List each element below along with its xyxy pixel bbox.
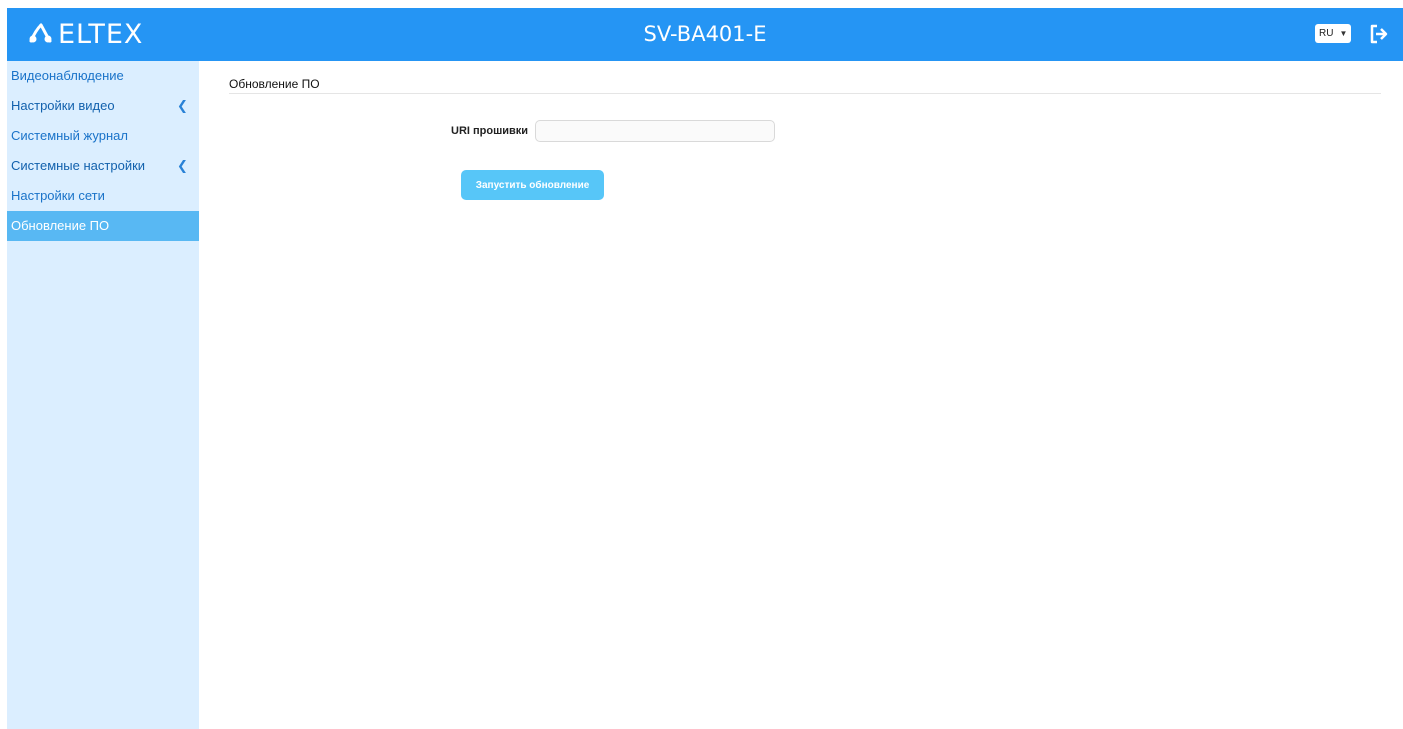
app-frame: ELTEX SV-BA401-E RU ▼ Видеонаблюдение На… (7, 8, 1403, 729)
sidebar-item-label: Обновление ПО (11, 218, 110, 233)
sidebar-item-label: Системные настройки (11, 158, 146, 173)
sidebar-item-network-settings[interactable]: Настройки сети (7, 181, 199, 211)
logout-icon[interactable] (1368, 23, 1390, 45)
sidebar-item-label: Видеонаблюдение (11, 68, 124, 83)
chevron-left-icon: ❮ (177, 98, 188, 113)
sidebar: Видеонаблюдение Настройки видео ❮ Систем… (7, 61, 199, 729)
caret-down-icon: ▼ (1339, 29, 1348, 38)
firmware-uri-input[interactable] (535, 120, 775, 142)
sidebar-item-video-surveillance[interactable]: Видеонаблюдение (7, 61, 199, 91)
sidebar-item-firmware-update[interactable]: Обновление ПО (7, 211, 199, 241)
language-select[interactable]: RU ▼ (1315, 24, 1351, 43)
sidebar-item-video-settings[interactable]: Настройки видео ❮ (7, 91, 199, 121)
start-update-button[interactable]: Запустить обновление (461, 170, 604, 200)
sidebar-item-label: Настройки сети (11, 188, 105, 203)
title-divider (229, 93, 1381, 94)
uri-label: URI прошивки (451, 125, 529, 137)
sidebar-item-system-log[interactable]: Системный журнал (7, 121, 199, 151)
sidebar-item-label: Настройки видео (11, 98, 115, 113)
top-header: ELTEX SV-BA401-E RU ▼ (7, 8, 1403, 61)
device-title: SV-BA401-E (643, 22, 767, 46)
page-title: Обновление ПО (229, 77, 320, 91)
sidebar-item-system-settings[interactable]: Системные настройки ❮ (7, 151, 199, 181)
main-content: Обновление ПО URI прошивки Запустить обн… (229, 61, 1403, 729)
sidebar-item-label: Системный журнал (11, 128, 128, 143)
language-value: RU (1319, 28, 1334, 39)
chevron-left-icon: ❮ (177, 158, 188, 173)
